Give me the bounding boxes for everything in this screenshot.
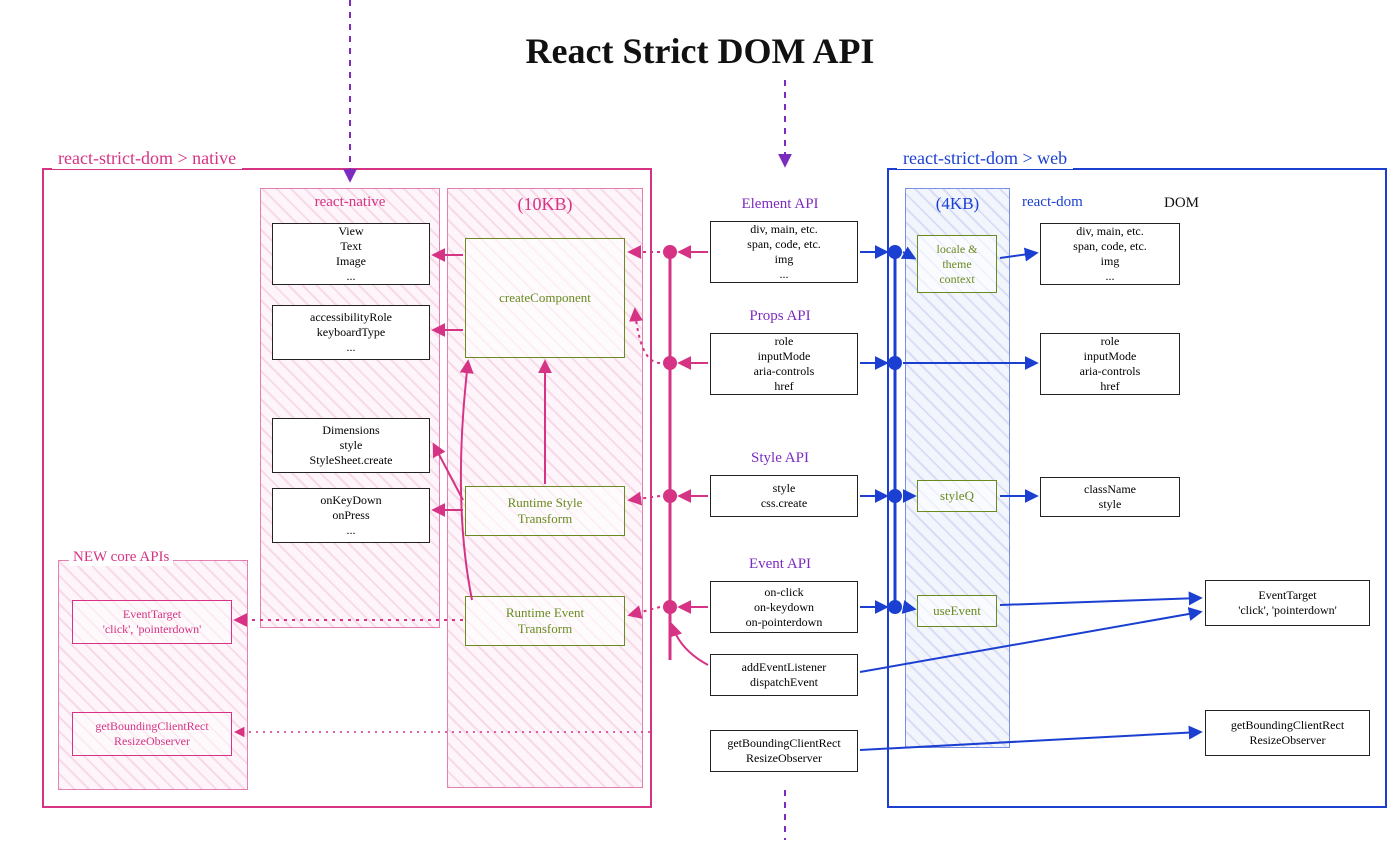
rn-dimensions-box: Dimensions style StyleSheet.create bbox=[272, 418, 430, 473]
dom-label: DOM bbox=[1164, 195, 1199, 212]
event-api-box: on-click on-keydown on-pointerdown bbox=[710, 581, 858, 633]
event-api-label: Event API bbox=[710, 556, 850, 573]
fourkb-label: (4KB) bbox=[906, 194, 1009, 214]
props-api-box: role inputMode aria-controls href bbox=[710, 333, 858, 395]
gbcr-middle-box: getBoundingClientRect ResizeObserver bbox=[710, 730, 858, 772]
runtime-event-transform-box: Runtime Event Transform bbox=[465, 596, 625, 646]
page-title: React Strict DOM API bbox=[526, 30, 875, 72]
rn-primitives-box: View Text Image ... bbox=[272, 223, 430, 285]
web-label: react-strict-dom > web bbox=[897, 148, 1073, 169]
rn-a11y-box: accessibilityRole keyboardType ... bbox=[272, 305, 430, 360]
style-api-box: style css.create bbox=[710, 475, 858, 517]
locale-theme-box: locale & theme context bbox=[917, 235, 997, 293]
new-core-eventtarget: EventTarget 'click', 'pointerdown' bbox=[72, 600, 232, 644]
useevent-box: useEvent bbox=[917, 595, 997, 627]
react-dom-label: react-dom bbox=[1022, 194, 1083, 211]
new-core-gbcr: getBoundingClientRect ResizeObserver bbox=[72, 712, 232, 756]
style-api-label: Style API bbox=[710, 450, 850, 467]
react-native-label: react-native bbox=[261, 194, 439, 211]
tenkb-label: (10KB) bbox=[448, 194, 642, 215]
dom-eventtarget-box: EventTarget 'click', 'pointerdown' bbox=[1205, 580, 1370, 626]
dom-gbcr-box: getBoundingClientRect ResizeObserver bbox=[1205, 710, 1370, 756]
create-component-box: createComponent bbox=[465, 238, 625, 358]
dom-classname-box: className style bbox=[1040, 477, 1180, 517]
addeventlistener-box: addEventListener dispatchEvent bbox=[710, 654, 858, 696]
dom-elements-box: div, main, etc. span, code, etc. img ... bbox=[1040, 223, 1180, 285]
element-api-label: Element API bbox=[710, 196, 850, 213]
dom-props-box: role inputMode aria-controls href bbox=[1040, 333, 1180, 395]
native-label: react-strict-dom > native bbox=[52, 148, 242, 169]
props-api-label: Props API bbox=[710, 308, 850, 325]
runtime-style-transform-box: Runtime Style Transform bbox=[465, 486, 625, 536]
new-core-apis-label: NEW core APIs bbox=[69, 549, 173, 566]
rn-events-box: onKeyDown onPress ... bbox=[272, 488, 430, 543]
element-api-box: div, main, etc. span, code, etc. img ... bbox=[710, 221, 858, 283]
styleq-box: styleQ bbox=[917, 480, 997, 512]
